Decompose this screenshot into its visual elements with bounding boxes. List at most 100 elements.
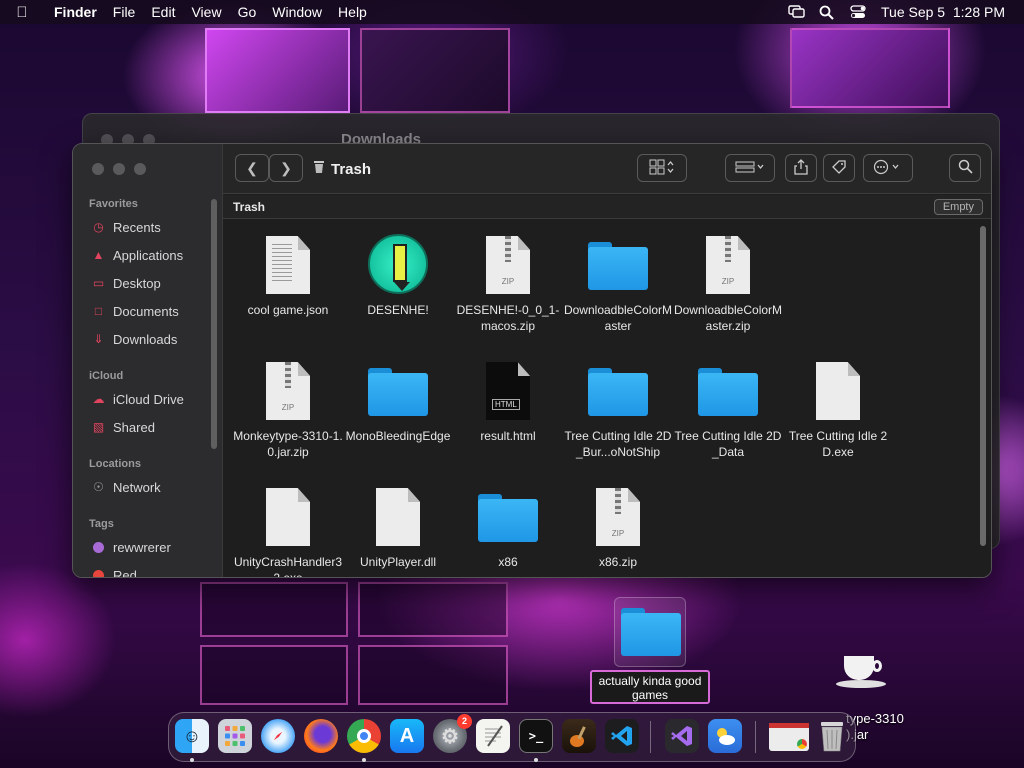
finder-icon[interactable]: ☺ <box>175 719 209 753</box>
group-button[interactable] <box>725 154 775 182</box>
sidebar-scrollbar[interactable] <box>211 199 217 449</box>
search-icon <box>958 159 973 177</box>
view-mode-button[interactable] <box>637 154 687 182</box>
back-button[interactable]: ❮ <box>235 154 269 182</box>
sidebar-item-tag-rewwrerer[interactable]: rewwrerer <box>91 540 171 555</box>
trash-icon <box>313 160 325 178</box>
java-jar-icon[interactable] <box>836 650 886 690</box>
desktop-folder[interactable] <box>614 597 686 667</box>
file-name: Monkeytype-3310-1.0.jar.zip <box>233 429 343 459</box>
vscode-icon[interactable] <box>605 719 639 753</box>
toolbar: ❮ ❯ Trash <box>223 144 991 194</box>
safari-icon[interactable] <box>261 719 295 753</box>
zoom-button[interactable] <box>134 163 146 175</box>
sidebar-item-tag-red[interactable]: Red <box>91 568 137 578</box>
menu-file[interactable]: File <box>105 4 144 20</box>
file-item[interactable]: Tree Cutting Idle 2D.exe <box>783 360 893 460</box>
file-name: DownloadbleColorMaster <box>563 303 673 333</box>
file-item[interactable]: ZIP Monkeytype-3310-1.0.jar.zip <box>233 360 343 460</box>
sidebar-item-downloads[interactable]: ⇓ Downloads <box>91 332 177 347</box>
settings-icon[interactable]: ⚙ 2 <box>433 714 472 753</box>
group-grid-icon <box>735 160 765 177</box>
download-icon: ⇓ <box>93 332 104 346</box>
apple-menu-icon[interactable]:  <box>0 4 44 21</box>
sidebar-item-label: Shared <box>113 420 155 435</box>
shared-folder-icon: ▧ <box>92 420 105 434</box>
tag-button[interactable] <box>823 154 855 182</box>
minimize-button[interactable] <box>113 163 125 175</box>
search-button[interactable] <box>949 154 981 182</box>
folder-icon <box>693 360 763 424</box>
menu-clock[interactable]: Tue Sep 5 1:28 PM <box>881 4 1005 20</box>
weather-icon[interactable] <box>708 719 742 753</box>
sidebar-item-documents[interactable]: □ Documents <box>91 304 179 319</box>
launchpad-icon[interactable] <box>218 719 252 753</box>
sidebar-item-recents[interactable]: ◷ Recents <box>91 220 160 235</box>
garageband-icon[interactable] <box>562 719 596 753</box>
menu-view[interactable]: View <box>183 4 229 20</box>
file-item[interactable]: UnityCrashHandler32.exe <box>233 486 343 577</box>
visual-studio-icon[interactable] <box>665 719 699 753</box>
trash-icon[interactable] <box>815 719 849 753</box>
file-item[interactable]: Tree Cutting Idle 2D_Data <box>673 360 783 460</box>
chrome-icon[interactable] <box>347 719 381 753</box>
file-item[interactable]: cool game.json <box>233 234 343 318</box>
sidebar-item-applications[interactable]: ▲ Applications <box>91 248 184 263</box>
menu-help[interactable]: Help <box>330 4 375 20</box>
file-item[interactable]: ZIP DownloadbleColorMaster.zip <box>673 234 783 334</box>
wallpaper-tile <box>200 582 348 637</box>
notification-badge: 2 <box>457 714 472 729</box>
sidebar-item-label: Documents <box>113 304 179 319</box>
empty-trash-button[interactable]: Empty <box>933 199 983 215</box>
spotlight-search-icon[interactable] <box>819 5 836 20</box>
menu-go[interactable]: Go <box>230 4 265 20</box>
terminal-icon[interactable]: >_ <box>519 719 553 753</box>
wallpaper-tile <box>205 28 350 113</box>
generic-file-icon <box>363 486 433 550</box>
file-item[interactable]: ZIP DESENHE!-0_0_1-macos.zip <box>453 234 563 334</box>
finder-window-trash[interactable]: Favorites ◷ Recents ▲ Applications ▭ Des… <box>72 143 992 578</box>
file-item[interactable]: MonoBleedingEdge <box>343 360 453 444</box>
textedit-icon[interactable] <box>476 719 510 753</box>
menu-window[interactable]: Window <box>264 4 330 20</box>
sidebar-section-icloud: iCloud <box>89 370 124 382</box>
menu-edit[interactable]: Edit <box>143 4 183 20</box>
screen-mirroring-icon[interactable] <box>788 5 805 19</box>
file-name: DESENHE! <box>367 303 429 317</box>
rename-field[interactable]: actually kinda good games <box>590 670 710 704</box>
chrome-window-thumbnail-icon[interactable] <box>769 723 809 751</box>
folder-icon <box>583 234 653 298</box>
app-store-icon[interactable]: A <box>390 719 424 753</box>
sidebar-item-network[interactable]: ☉ Network <box>91 480 161 495</box>
running-indicator <box>362 758 366 762</box>
window-title: Trash <box>313 160 371 178</box>
share-button[interactable] <box>785 154 817 182</box>
zip-file-icon: ZIP <box>253 360 323 424</box>
action-menu-button[interactable] <box>863 154 913 182</box>
file-item[interactable]: DESENHE! <box>343 234 453 318</box>
wallpaper-tile <box>360 28 510 113</box>
file-item[interactable]: UnityPlayer.dll <box>343 486 453 570</box>
sidebar-item-label: Red <box>113 568 137 578</box>
icon-grid-icon <box>649 159 675 178</box>
content-scrollbar[interactable] <box>980 226 986 546</box>
sidebar-item-shared[interactable]: ▧ Shared <box>91 420 155 435</box>
chevron-left-icon: ❮ <box>246 159 258 176</box>
control-center-icon[interactable] <box>850 5 867 19</box>
clock-icon: ◷ <box>93 220 104 234</box>
file-item[interactable]: DownloadbleColorMaster <box>563 234 673 334</box>
menu-bar:  Finder File Edit View Go Window Help T… <box>0 0 1024 24</box>
firefox-icon[interactable] <box>304 719 338 753</box>
file-name: DownloadbleColorMaster.zip <box>673 303 783 333</box>
menu-app-name[interactable]: Finder <box>44 4 105 20</box>
share-icon <box>794 158 808 178</box>
forward-button[interactable]: ❯ <box>269 154 303 182</box>
file-item[interactable]: HTML result.html <box>453 360 563 444</box>
sidebar-item-icloud-drive[interactable]: ☁ iCloud Drive <box>91 392 184 407</box>
sidebar-item-desktop[interactable]: ▭ Desktop <box>91 276 161 291</box>
close-button[interactable] <box>92 163 104 175</box>
file-item[interactable]: ZIP x86.zip <box>563 486 673 570</box>
file-item[interactable]: x86 <box>453 486 563 570</box>
dock: ☺ A ⚙ 2 >_ <box>168 712 856 762</box>
file-item[interactable]: Tree Cutting Idle 2D_Bur...oNotShip <box>563 360 673 460</box>
